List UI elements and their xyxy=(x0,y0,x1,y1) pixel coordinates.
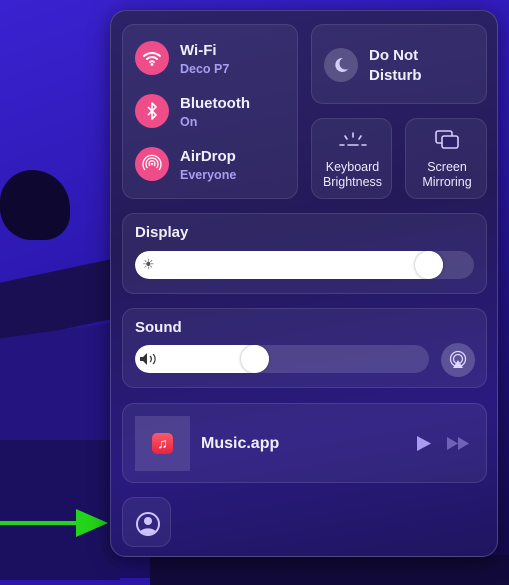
brightness-slider[interactable]: ☀ xyxy=(135,251,474,279)
keyboard-label-line2: Brightness xyxy=(322,175,383,189)
album-art[interactable]: ♫ xyxy=(135,416,190,471)
wifi-network-name: Deco P7 xyxy=(180,62,230,76)
dnd-label-line1: Do Not xyxy=(369,47,419,64)
bluetooth-icon[interactable] xyxy=(135,94,169,128)
fast-forward-button[interactable] xyxy=(446,437,470,450)
keyboard-brightness-label: Keyboard Brightness xyxy=(312,160,393,190)
keyboard-brightness-icon xyxy=(339,132,367,146)
sun-icon: ☀ xyxy=(142,256,155,272)
now-playing-app: Music.app xyxy=(201,435,280,452)
wifi-icon[interactable] xyxy=(135,41,169,75)
bluetooth-label: Bluetooth xyxy=(180,95,250,112)
airdrop-toggle[interactable]: AirDrop Everyone xyxy=(123,135,299,195)
brightness-fill xyxy=(135,251,443,279)
volume-slider[interactable] xyxy=(135,345,429,373)
bluetooth-status: On xyxy=(180,115,198,129)
display-title: Display xyxy=(135,224,189,241)
dnd-label-line2: Disturb xyxy=(369,67,422,84)
wifi-toggle[interactable]: Wi-Fi Deco P7 xyxy=(123,25,299,80)
annotation-arrow xyxy=(0,509,108,537)
screen-mirroring-label: Screen Mirroring xyxy=(406,160,488,190)
bluetooth-toggle[interactable]: Bluetooth On xyxy=(123,80,299,135)
airplay-audio-button[interactable] xyxy=(441,343,475,377)
music-app-icon: ♫ xyxy=(152,433,173,454)
screen-mirroring-icon xyxy=(435,130,459,149)
sound-title: Sound xyxy=(135,319,182,336)
volume-slider-knob[interactable] xyxy=(241,345,270,373)
wifi-label: Wi-Fi xyxy=(180,42,217,59)
moon-icon xyxy=(324,48,358,82)
airplay-audio-icon xyxy=(449,350,467,368)
now-playing-tile: ♫ Music.app xyxy=(122,403,487,483)
mirroring-label-line2: Mirroring xyxy=(422,175,472,189)
network-tile: Wi-Fi Deco P7 Bluetooth On AirDrop Every… xyxy=(122,24,298,199)
brightness-slider-knob[interactable] xyxy=(414,251,443,279)
screen-mirroring-tile[interactable]: Screen Mirroring xyxy=(405,118,487,199)
keyboard-label-line1: Keyboard xyxy=(325,160,380,174)
mirroring-label-line1: Screen xyxy=(427,160,467,174)
sound-tile: Sound xyxy=(122,308,487,388)
display-tile: Display ☀ xyxy=(122,213,487,294)
airdrop-label: AirDrop xyxy=(180,148,236,165)
play-button[interactable] xyxy=(416,435,432,452)
fast-user-switching-button[interactable] xyxy=(122,497,171,547)
airdrop-icon[interactable] xyxy=(135,147,169,181)
keyboard-brightness-tile[interactable]: Keyboard Brightness xyxy=(311,118,392,199)
user-account-icon xyxy=(136,512,160,536)
control-center-panel: Wi-Fi Deco P7 Bluetooth On AirDrop Every… xyxy=(110,10,498,557)
airdrop-status: Everyone xyxy=(180,168,237,182)
speaker-icon xyxy=(140,353,156,365)
do-not-disturb-tile[interactable]: Do Not Disturb xyxy=(311,24,487,104)
